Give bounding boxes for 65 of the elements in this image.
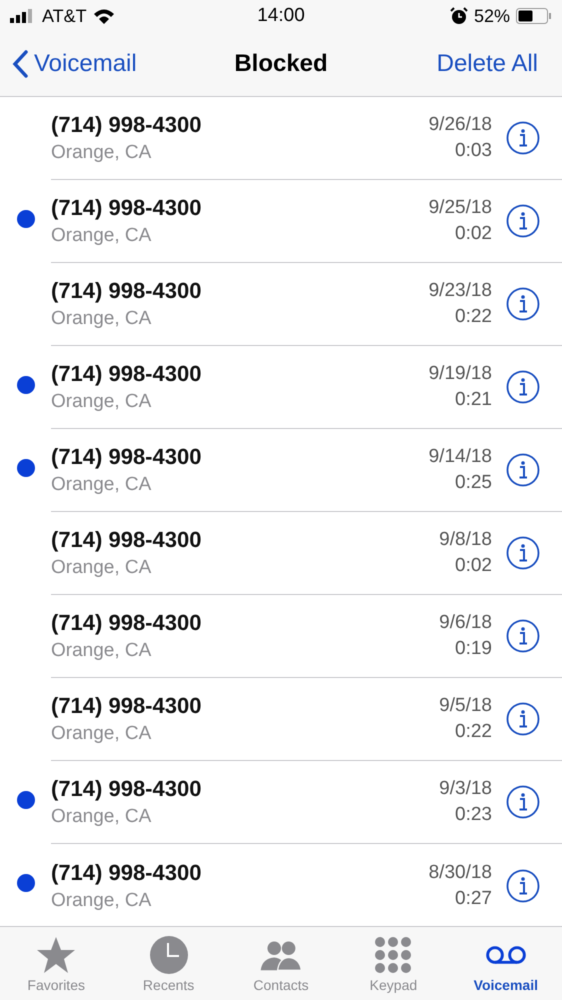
voicemail-duration: 0:02: [455, 223, 492, 245]
voicemail-date: 9/6/18: [439, 612, 492, 634]
voicemail-date: 9/26/18: [428, 114, 492, 136]
voicemail-duration: 0:21: [455, 389, 492, 411]
chevron-left-icon: [12, 50, 28, 78]
status-time: 14:00: [257, 5, 305, 27]
caller-location: Orange, CA: [51, 391, 152, 413]
voicemail-date: 9/19/18: [428, 363, 492, 385]
voicemail-duration: 0:03: [455, 140, 492, 162]
phone-number: (714) 998-4300: [51, 444, 202, 470]
phone-number: (714) 998-4300: [51, 361, 202, 387]
tab-bar-item[interactable]: Recents: [112, 927, 225, 1000]
phone-number: (714) 998-4300: [51, 693, 202, 719]
info-icon[interactable]: [506, 702, 540, 736]
info-icon[interactable]: [506, 287, 540, 321]
tab-bar-item[interactable]: Favorites: [0, 927, 112, 1000]
caller-location: Orange, CA: [51, 308, 152, 330]
voicemail-duration: 0:23: [455, 804, 492, 826]
voicemail-duration: 0:27: [455, 888, 492, 910]
phone-number: (714) 998-4300: [51, 527, 202, 553]
tab-bar-item[interactable]: Contacts: [224, 927, 338, 1000]
caller-location: Orange, CA: [51, 640, 152, 662]
voicemail-duration: 0:19: [455, 638, 492, 660]
info-icon[interactable]: [506, 204, 540, 238]
phone-number: (714) 998-4300: [51, 195, 202, 221]
voicemail-duration: 0:25: [455, 472, 492, 494]
wifi-icon: [92, 8, 115, 24]
info-icon[interactable]: [506, 453, 540, 487]
voicemail-date: 8/30/18: [428, 862, 492, 884]
battery-percentage: 52%: [474, 6, 510, 26]
info-icon[interactable]: [506, 619, 540, 653]
phone-number: (714) 998-4300: [51, 112, 202, 138]
voicemail-duration: 0:02: [455, 555, 492, 577]
voicemail-date: 9/5/18: [439, 695, 492, 717]
caller-location: Orange, CA: [51, 142, 152, 164]
back-button[interactable]: Voicemail: [12, 50, 137, 78]
voicemail-date: 9/25/18: [428, 197, 492, 219]
tab-bar-item[interactable]: Keypad: [337, 927, 450, 1000]
phone-number: (714) 998-4300: [51, 610, 202, 636]
voicemail-date: 9/14/18: [428, 446, 492, 468]
voicemail-duration: 0:22: [455, 721, 492, 743]
phone-number: (714) 998-4300: [51, 278, 202, 304]
phone-number: (714) 998-4300: [51, 776, 202, 802]
battery-icon: [516, 8, 552, 24]
caller-location: Orange, CA: [51, 723, 152, 745]
info-icon[interactable]: [506, 370, 540, 404]
info-icon[interactable]: [506, 536, 540, 570]
caller-location: Orange, CA: [51, 890, 152, 912]
voicemail-date: 9/23/18: [428, 280, 492, 302]
info-icon[interactable]: [506, 121, 540, 155]
info-icon[interactable]: [506, 868, 540, 902]
voicemail-duration: 0:22: [455, 306, 492, 328]
caller-location: Orange, CA: [51, 474, 152, 496]
info-icon[interactable]: [506, 785, 540, 819]
voicemail-date: 9/8/18: [439, 529, 492, 551]
carrier-name: AT&T: [42, 6, 87, 26]
delete-all-button[interactable]: Delete All: [436, 50, 550, 78]
voicemail-date: 9/3/18: [439, 778, 492, 800]
phone-number: (714) 998-4300: [51, 860, 202, 886]
alarm-icon: [450, 7, 468, 25]
caller-location: Orange, CA: [51, 806, 152, 828]
caller-location: Orange, CA: [51, 557, 152, 579]
tab-bar-item[interactable]: Voicemail: [450, 927, 562, 1000]
caller-location: Orange, CA: [51, 225, 152, 247]
screen-title: Blocked: [234, 50, 328, 78]
